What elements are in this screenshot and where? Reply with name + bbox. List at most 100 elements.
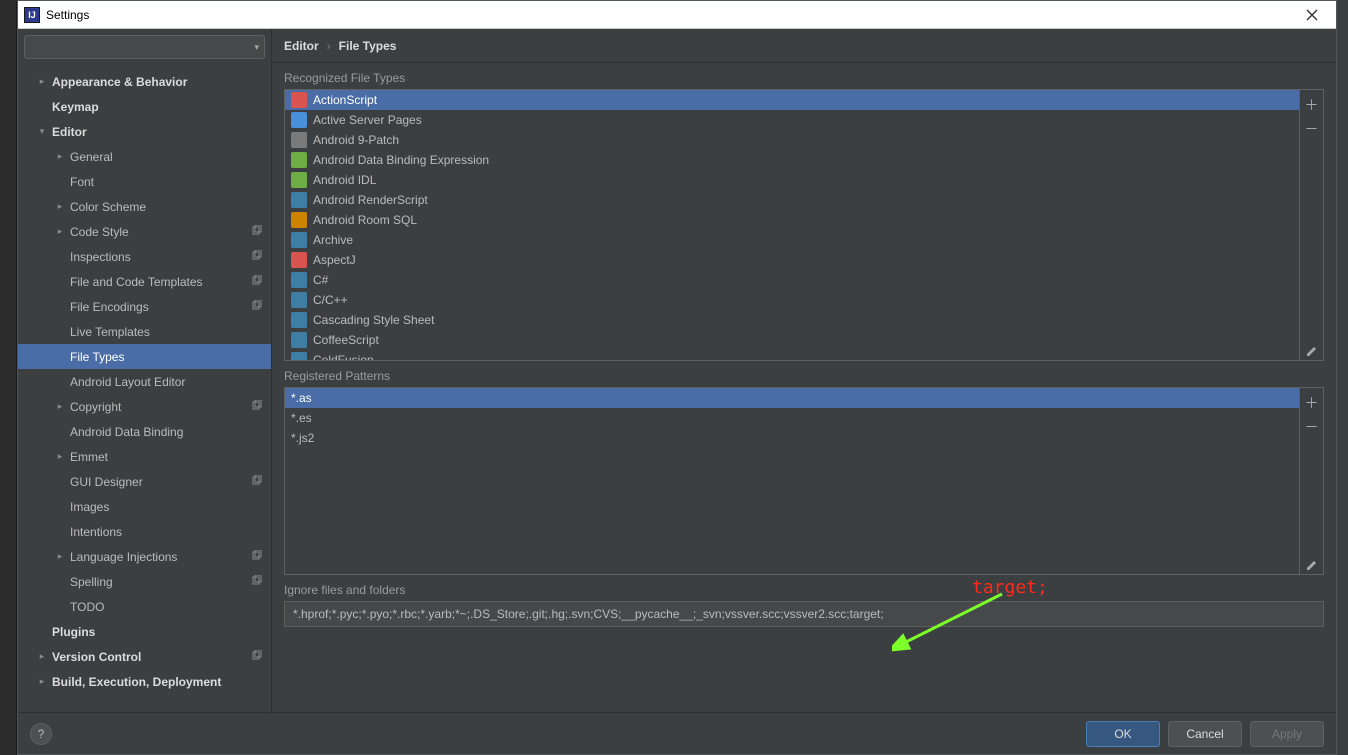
sidebar-item-gui-designer[interactable]: GUI Designer <box>18 469 271 494</box>
apply-button[interactable]: Apply <box>1250 721 1324 747</box>
chevron-icon[interactable] <box>54 151 66 162</box>
sidebar-item-todo[interactable]: TODO <box>18 594 271 619</box>
filetype-label: ColdFusion <box>313 353 374 360</box>
edit-pattern-button[interactable] <box>1303 556 1321 574</box>
patterns-label: Registered Patterns <box>272 361 1336 387</box>
pattern-item[interactable]: *.as <box>285 388 1299 408</box>
filetype-label: Active Server Pages <box>313 113 422 127</box>
pattern-item[interactable]: *.js2 <box>285 428 1299 448</box>
remove-filetype-button[interactable]: － <box>1303 120 1321 138</box>
filetype-label: Android Room SQL <box>313 213 417 227</box>
filetype-item[interactable]: Android Room SQL <box>285 210 1299 230</box>
breadcrumb-editor[interactable]: Editor <box>284 39 319 53</box>
recognized-filetypes-panel: ActionScript Active Server Pages Android 9… <box>284 89 1324 361</box>
sidebar-item-images[interactable]: Images <box>18 494 271 519</box>
sidebar-item-version-control[interactable]: Version Control <box>18 644 271 669</box>
sidebar-item-intentions[interactable]: Intentions <box>18 519 271 544</box>
cancel-button[interactable]: Cancel <box>1168 721 1242 747</box>
filetype-item[interactable]: C/C++ <box>285 290 1299 310</box>
remove-pattern-button[interactable]: － <box>1303 418 1321 436</box>
chevron-down-icon[interactable]: ▾ <box>254 42 259 53</box>
settings-tree[interactable]: Appearance & Behavior Keymap Editor General… <box>18 65 271 714</box>
edit-filetype-button[interactable] <box>1303 342 1321 360</box>
sidebar-item-color-scheme[interactable]: Color Scheme <box>18 194 271 219</box>
filetypes-list[interactable]: ActionScript Active Server Pages Android 9… <box>285 90 1299 360</box>
sidebar-item-general[interactable]: General <box>18 144 271 169</box>
filetype-item[interactable]: C# <box>285 270 1299 290</box>
sidebar-item-label: Android Data Binding <box>70 425 183 439</box>
chevron-icon[interactable] <box>36 126 48 137</box>
filetype-item[interactable]: CoffeeScript <box>285 330 1299 350</box>
sidebar-item-android-data-binding[interactable]: Android Data Binding <box>18 419 271 444</box>
sidebar-item-spelling[interactable]: Spelling <box>18 569 271 594</box>
add-filetype-button[interactable]: ＋ <box>1303 96 1321 114</box>
sidebar-item-editor[interactable]: Editor <box>18 119 271 144</box>
pattern-item[interactable]: *.es <box>285 408 1299 428</box>
sidebar-item-keymap[interactable]: Keymap <box>18 94 271 119</box>
chevron-icon[interactable] <box>54 226 66 237</box>
chevron-icon[interactable] <box>54 451 66 462</box>
filetype-label: CoffeeScript <box>313 333 379 347</box>
sidebar-item-label: TODO <box>70 600 104 614</box>
sidebar-item-appearance-behavior[interactable]: Appearance & Behavior <box>18 69 271 94</box>
sidebar-item-label: Intentions <box>70 525 122 539</box>
filetype-icon <box>291 212 307 228</box>
sidebar-item-code-style[interactable]: Code Style <box>18 219 271 244</box>
filetype-icon <box>291 192 307 208</box>
breadcrumb-filetypes: File Types <box>339 39 397 53</box>
filetype-icon <box>291 172 307 188</box>
filetype-item[interactable]: Android IDL <box>285 170 1299 190</box>
chevron-icon[interactable] <box>36 676 48 687</box>
filetype-icon <box>291 232 307 248</box>
ignore-label: Ignore files and folders <box>272 575 1336 601</box>
filetype-item[interactable]: Android RenderScript <box>285 190 1299 210</box>
filetype-item[interactable]: ActionScript <box>285 90 1299 110</box>
sidebar-item-label: Android Layout Editor <box>70 375 185 389</box>
filetype-item[interactable]: Archive <box>285 230 1299 250</box>
filetype-item[interactable]: ColdFusion <box>285 350 1299 360</box>
sidebar-item-emmet[interactable]: Emmet <box>18 444 271 469</box>
sidebar-item-font[interactable]: Font <box>18 169 271 194</box>
sidebar-item-label: Copyright <box>70 400 121 414</box>
sidebar-item-file-and-code-templates[interactable]: File and Code Templates <box>18 269 271 294</box>
sidebar-item-label: Editor <box>52 125 87 139</box>
sidebar-item-android-layout-editor[interactable]: Android Layout Editor <box>18 369 271 394</box>
filetype-icon <box>291 292 307 308</box>
filetype-label: Android 9-Patch <box>313 133 399 147</box>
sidebar-item-label: Appearance & Behavior <box>52 75 187 89</box>
filetype-item[interactable]: Android Data Binding Expression <box>285 150 1299 170</box>
ignore-files-input[interactable] <box>284 601 1324 627</box>
filetype-label: Android Data Binding Expression <box>313 153 489 167</box>
filetype-item[interactable]: Cascading Style Sheet <box>285 310 1299 330</box>
sidebar-item-label: Images <box>70 500 109 514</box>
chevron-icon[interactable] <box>36 76 48 87</box>
sidebar-item-plugins[interactable]: Plugins <box>18 619 271 644</box>
chevron-icon[interactable] <box>54 201 66 212</box>
ok-button[interactable]: OK <box>1086 721 1160 747</box>
patterns-list[interactable]: *.as*.es*.js2 <box>285 388 1299 574</box>
filetype-item[interactable]: Android 9-Patch <box>285 130 1299 150</box>
filetype-item[interactable]: Active Server Pages <box>285 110 1299 130</box>
help-button[interactable]: ? <box>30 723 52 745</box>
add-pattern-button[interactable]: ＋ <box>1303 394 1321 412</box>
sidebar-item-build-execution-deployment[interactable]: Build, Execution, Deployment <box>18 669 271 694</box>
sidebar-item-label: File Types <box>70 350 124 364</box>
background-ide-strip <box>0 0 17 755</box>
filetype-label: AspectJ <box>313 253 356 267</box>
sidebar-item-file-types[interactable]: File Types <box>18 344 271 369</box>
sidebar-item-live-templates[interactable]: Live Templates <box>18 319 271 344</box>
per-project-icon <box>251 400 263 412</box>
filetype-label: C# <box>313 273 328 287</box>
sidebar-item-language-injections[interactable]: Language Injections <box>18 544 271 569</box>
sidebar-item-label: Font <box>70 175 94 189</box>
chevron-icon[interactable] <box>54 551 66 562</box>
filetype-item[interactable]: AspectJ <box>285 250 1299 270</box>
sidebar-item-copyright[interactable]: Copyright <box>18 394 271 419</box>
settings-search-input[interactable] <box>24 35 265 59</box>
sidebar-item-inspections[interactable]: Inspections <box>18 244 271 269</box>
chevron-icon[interactable] <box>54 401 66 412</box>
sidebar-item-file-encodings[interactable]: File Encodings <box>18 294 271 319</box>
window-close-button[interactable] <box>1294 4 1330 26</box>
chevron-icon[interactable] <box>36 651 48 662</box>
filetype-icon <box>291 112 307 128</box>
